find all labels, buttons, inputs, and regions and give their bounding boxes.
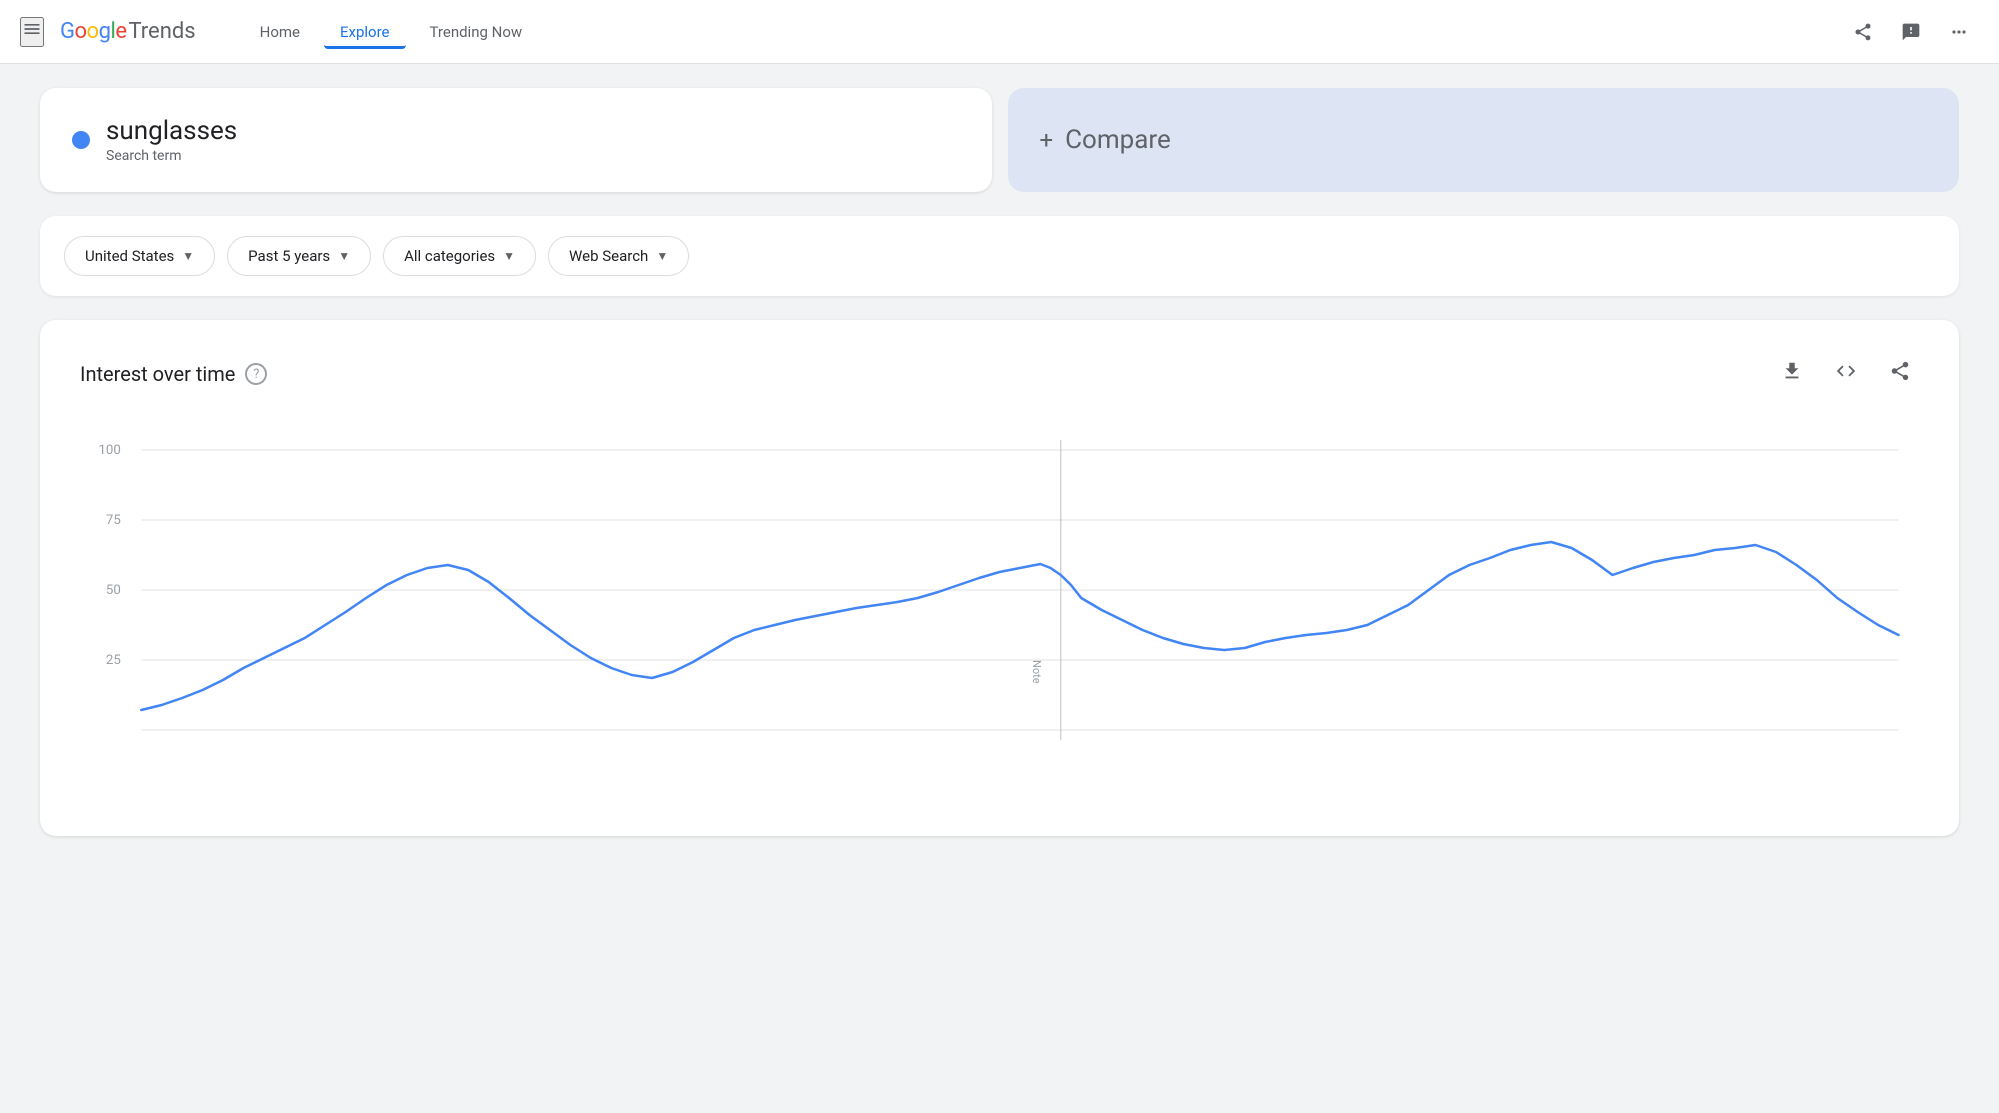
region-dropdown[interactable]: United States ▼	[64, 236, 215, 276]
y-label-100: 100	[98, 443, 120, 458]
chart-title: Interest over time	[80, 362, 235, 386]
y-label-75: 75	[106, 513, 121, 528]
filter-row: United States ▼ Past 5 years ▼ All categ…	[40, 216, 1959, 296]
category-dropdown[interactable]: All categories ▼	[383, 236, 536, 276]
header-actions	[1843, 12, 1979, 52]
nav-trending-now[interactable]: Trending Now	[414, 15, 539, 49]
region-label: United States	[85, 247, 174, 265]
share-button[interactable]	[1843, 12, 1883, 52]
category-dropdown-arrow: ▼	[503, 249, 515, 263]
header: Google Trends Home Explore Trending Now	[0, 0, 1999, 64]
chart-actions	[1773, 352, 1919, 396]
time-range-label: Past 5 years	[248, 247, 330, 265]
menu-button[interactable]	[20, 17, 44, 47]
search-term-type: Search term	[106, 148, 237, 164]
nav-explore[interactable]: Explore	[324, 15, 406, 49]
google-apps-button[interactable]	[1939, 12, 1979, 52]
time-range-dropdown[interactable]: Past 5 years ▼	[227, 236, 371, 276]
download-button[interactable]	[1773, 352, 1811, 396]
embed-button[interactable]	[1827, 352, 1865, 396]
trend-chart-svg: 100 75 50 25 Note	[80, 420, 1919, 800]
category-label: All categories	[404, 247, 495, 265]
y-label-25: 25	[106, 653, 121, 668]
search-row: sunglasses Search term + Compare	[40, 88, 1959, 192]
logo-area: Google Trends	[60, 19, 196, 44]
chart-card: Interest over time ?	[40, 320, 1959, 836]
search-type-dropdown[interactable]: Web Search ▼	[548, 236, 689, 276]
feedback-button[interactable]	[1891, 12, 1931, 52]
term-dot	[72, 131, 90, 149]
chart-note-text: Note	[1030, 660, 1043, 684]
time-range-dropdown-arrow: ▼	[338, 249, 350, 263]
main-content: sunglasses Search term + Compare United …	[0, 64, 1999, 860]
region-dropdown-arrow: ▼	[182, 249, 194, 263]
help-icon-text: ?	[253, 367, 259, 382]
share-chart-button[interactable]	[1881, 352, 1919, 396]
compare-card[interactable]: + Compare	[1008, 88, 1960, 192]
y-label-50: 50	[106, 583, 121, 598]
term-info: sunglasses Search term	[106, 116, 237, 164]
search-type-label: Web Search	[569, 247, 648, 265]
chart-container: 100 75 50 25 Note	[80, 420, 1919, 804]
trends-logo-text: Trends	[128, 19, 195, 44]
compare-label: Compare	[1065, 125, 1171, 155]
help-icon[interactable]: ?	[245, 363, 267, 385]
nav-home[interactable]: Home	[244, 15, 316, 49]
search-type-dropdown-arrow: ▼	[656, 249, 668, 263]
search-term-card: sunglasses Search term	[40, 88, 992, 192]
chart-header: Interest over time ?	[80, 352, 1919, 396]
trend-line	[141, 542, 1898, 710]
google-logo: Google	[60, 19, 126, 44]
compare-plus-icon: +	[1040, 126, 1054, 154]
main-nav: Home Explore Trending Now	[244, 15, 1843, 49]
search-term-name: sunglasses	[106, 116, 237, 146]
chart-title-area: Interest over time ?	[80, 362, 267, 386]
